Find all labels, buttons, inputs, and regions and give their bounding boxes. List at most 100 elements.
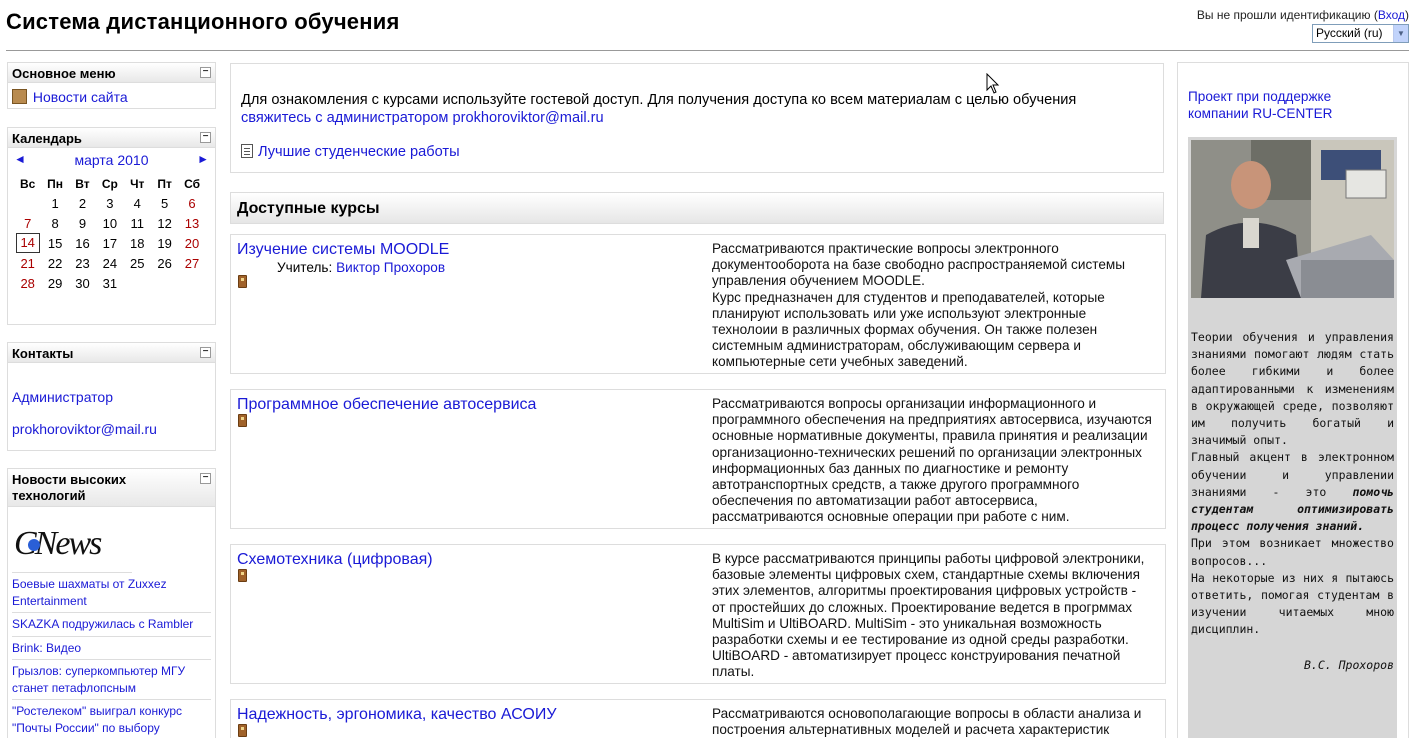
intro-text: Для ознакомления с курсами используйте г… [241, 92, 1077, 108]
news-item-link[interactable]: "Ростелеком" выиграл конкурс "Почты Росс… [12, 704, 182, 735]
courses-heading-box: Доступные курсы [230, 192, 1164, 224]
calendar-day[interactable]: 14 [14, 233, 41, 253]
quote-signature: В.С. Прохоров [1303, 657, 1394, 672]
collapse-icon[interactable]: − [200, 67, 211, 78]
course-title-link[interactable]: Схемотехника (цифровая) [237, 551, 433, 569]
calendar-day[interactable]: 3 [96, 193, 123, 213]
site-title: Система дистанционного обучения [6, 9, 400, 34]
news-item: Грызлов: суперкомпьютер МГУ станет петаф… [12, 660, 211, 700]
mouse-cursor-icon [986, 73, 1000, 94]
calendar-day[interactable]: 13 [178, 213, 205, 233]
course-title-link[interactable]: Изучение системы MOODLE [237, 241, 449, 259]
course-item: Программное обеспечение автосервиса Рассм… [230, 389, 1166, 529]
calendar-day[interactable]: 10 [96, 213, 123, 233]
calendar-day[interactable]: 8 [41, 213, 68, 233]
calendar-day[interactable]: 12 [151, 213, 178, 233]
calendar-day[interactable]: 28 [14, 273, 41, 293]
calendar-day[interactable]: 24 [96, 253, 123, 273]
login-text: Вы не прошли идентификацию ( [1196, 8, 1378, 22]
calendar-day[interactable]: 19 [151, 233, 178, 253]
course-description: Рассматриваются практические вопросы эле… [712, 241, 1125, 370]
calendar-day[interactable]: 20 [178, 233, 205, 253]
calendar-weekday: Пн [47, 176, 64, 191]
calendar-day[interactable]: 11 [124, 213, 151, 233]
calendar-day[interactable]: 21 [14, 253, 41, 273]
calendar-block: Календарь − марта 2010 ◄ ► Вс Пн Вт Ср Чт Пт С… [7, 127, 216, 325]
quote-paragraph-1: Теории обучения и управления знаниями по… [1191, 330, 1394, 448]
teacher-link[interactable]: Виктор Прохоров [336, 260, 445, 275]
news-item: Brink: Видео [12, 637, 211, 660]
calendar-day[interactable]: 30 [69, 273, 96, 293]
language-select[interactable]: Русский (ru) ▼ [1312, 24, 1409, 43]
chevron-down-icon[interactable]: ▼ [1393, 25, 1408, 42]
course-title-link[interactable]: Программное обеспечение автосервиса [237, 396, 536, 414]
login-link[interactable]: Вход [1378, 8, 1405, 22]
contact-email-link[interactable]: prokhoroviktor@mail.ru [12, 421, 157, 437]
news-icon [12, 89, 27, 104]
news-item-link[interactable]: SKAZKA подружилась с Rambler [12, 617, 193, 631]
calendar-day[interactable]: 16 [69, 233, 96, 253]
calendar-day[interactable]: 31 [96, 273, 123, 293]
news-item: Боевые шахматы от Zuxxez Entertainment [12, 573, 211, 613]
calendar-day[interactable]: 17 [96, 233, 123, 253]
contact-admin-link[interactable]: Администратор [12, 389, 113, 405]
guest-access-key-icon [238, 275, 247, 288]
calendar-day[interactable]: 29 [41, 273, 68, 293]
block-title: Календарь [12, 131, 82, 146]
calendar-day[interactable]: 15 [41, 233, 68, 253]
course-title-link[interactable]: Надежность, эргономика, качество АСОИУ [237, 706, 557, 724]
collapse-icon[interactable]: − [200, 473, 211, 484]
block-header: Основное меню − [8, 63, 215, 83]
course-teacher: Учитель: Виктор Прохоров [277, 260, 445, 275]
intro-box: Для ознакомления с курсами используйте г… [230, 63, 1164, 173]
calendar-day[interactable]: 23 [69, 253, 96, 273]
calendar-empty-cell [14, 193, 41, 213]
calendar-month[interactable]: марта 2010 [8, 152, 215, 168]
news-item-link[interactable]: Brink: Видео [12, 641, 81, 655]
login-close: ) [1405, 8, 1409, 22]
guest-access-key-icon [238, 569, 247, 582]
news-item-link[interactable]: Грызлов: суперкомпьютер МГУ станет петаф… [12, 664, 185, 695]
quote-panel: Теории обучения и управления знаниями по… [1188, 137, 1397, 738]
course-description: В курсе рассматриваются принципы работы … [712, 551, 1145, 680]
collapse-icon[interactable]: − [200, 132, 211, 143]
course-description: Рассматриваются основополагающие вопросы… [712, 706, 1142, 738]
calendar-day[interactable]: 7 [14, 213, 41, 233]
news-item-link[interactable]: Боевые шахматы от Zuxxez Entertainment [12, 577, 167, 608]
menu-item-site-news[interactable]: Новости сайта [33, 89, 128, 105]
course-item: Схемотехника (цифровая) В курсе рассматри… [230, 544, 1166, 684]
calendar-month-link[interactable]: марта 2010 [75, 152, 149, 168]
calendar-day[interactable]: 25 [124, 253, 151, 273]
contact-admin-intro-link[interactable]: свяжитесь с администратором prokhorovikt… [241, 110, 604, 126]
cnews-logo[interactable]: CNews [12, 515, 132, 573]
calendar-next-icon[interactable]: ► [197, 152, 209, 166]
guest-access-key-icon [238, 724, 247, 737]
block-title: Новости высоких технологий [12, 472, 127, 503]
calendar-day[interactable]: 6 [178, 193, 205, 213]
calendar-day[interactable]: 1 [41, 193, 68, 213]
block-header: Календарь − [8, 128, 215, 148]
calendar-nav: марта 2010 ◄ ► [8, 148, 215, 170]
calendar-today[interactable]: 14 [15, 233, 40, 253]
calendar-prev-icon[interactable]: ◄ [14, 152, 26, 166]
calendar-empty-cell [124, 273, 151, 293]
page-icon [241, 144, 253, 158]
collapse-icon[interactable]: − [200, 347, 211, 358]
cnews-logo-text: CNews [14, 525, 102, 562]
best-works-link[interactable]: Лучшие студенческие работы [258, 144, 460, 160]
news-list: Боевые шахматы от Zuxxez Entertainment SK… [12, 573, 211, 738]
course-item: Надежность, эргономика, качество АСОИУ Ра… [230, 699, 1166, 738]
sponsor-link[interactable]: Проект при поддержке компании RU-CENTER [1188, 89, 1332, 121]
author-photo [1191, 140, 1394, 298]
calendar-day[interactable]: 18 [124, 233, 151, 253]
calendar-day[interactable]: 26 [151, 253, 178, 273]
calendar-weekday: Пт [157, 176, 172, 191]
block-title: Основное меню [12, 66, 116, 81]
calendar-day[interactable]: 22 [41, 253, 68, 273]
calendar-day[interactable]: 27 [178, 253, 205, 273]
calendar-day[interactable]: 9 [69, 213, 96, 233]
tech-news-block: Новости высоких технологий − CNews Боевы… [7, 468, 216, 738]
calendar-day[interactable]: 4 [124, 193, 151, 213]
calendar-day[interactable]: 5 [151, 193, 178, 213]
calendar-day[interactable]: 2 [69, 193, 96, 213]
